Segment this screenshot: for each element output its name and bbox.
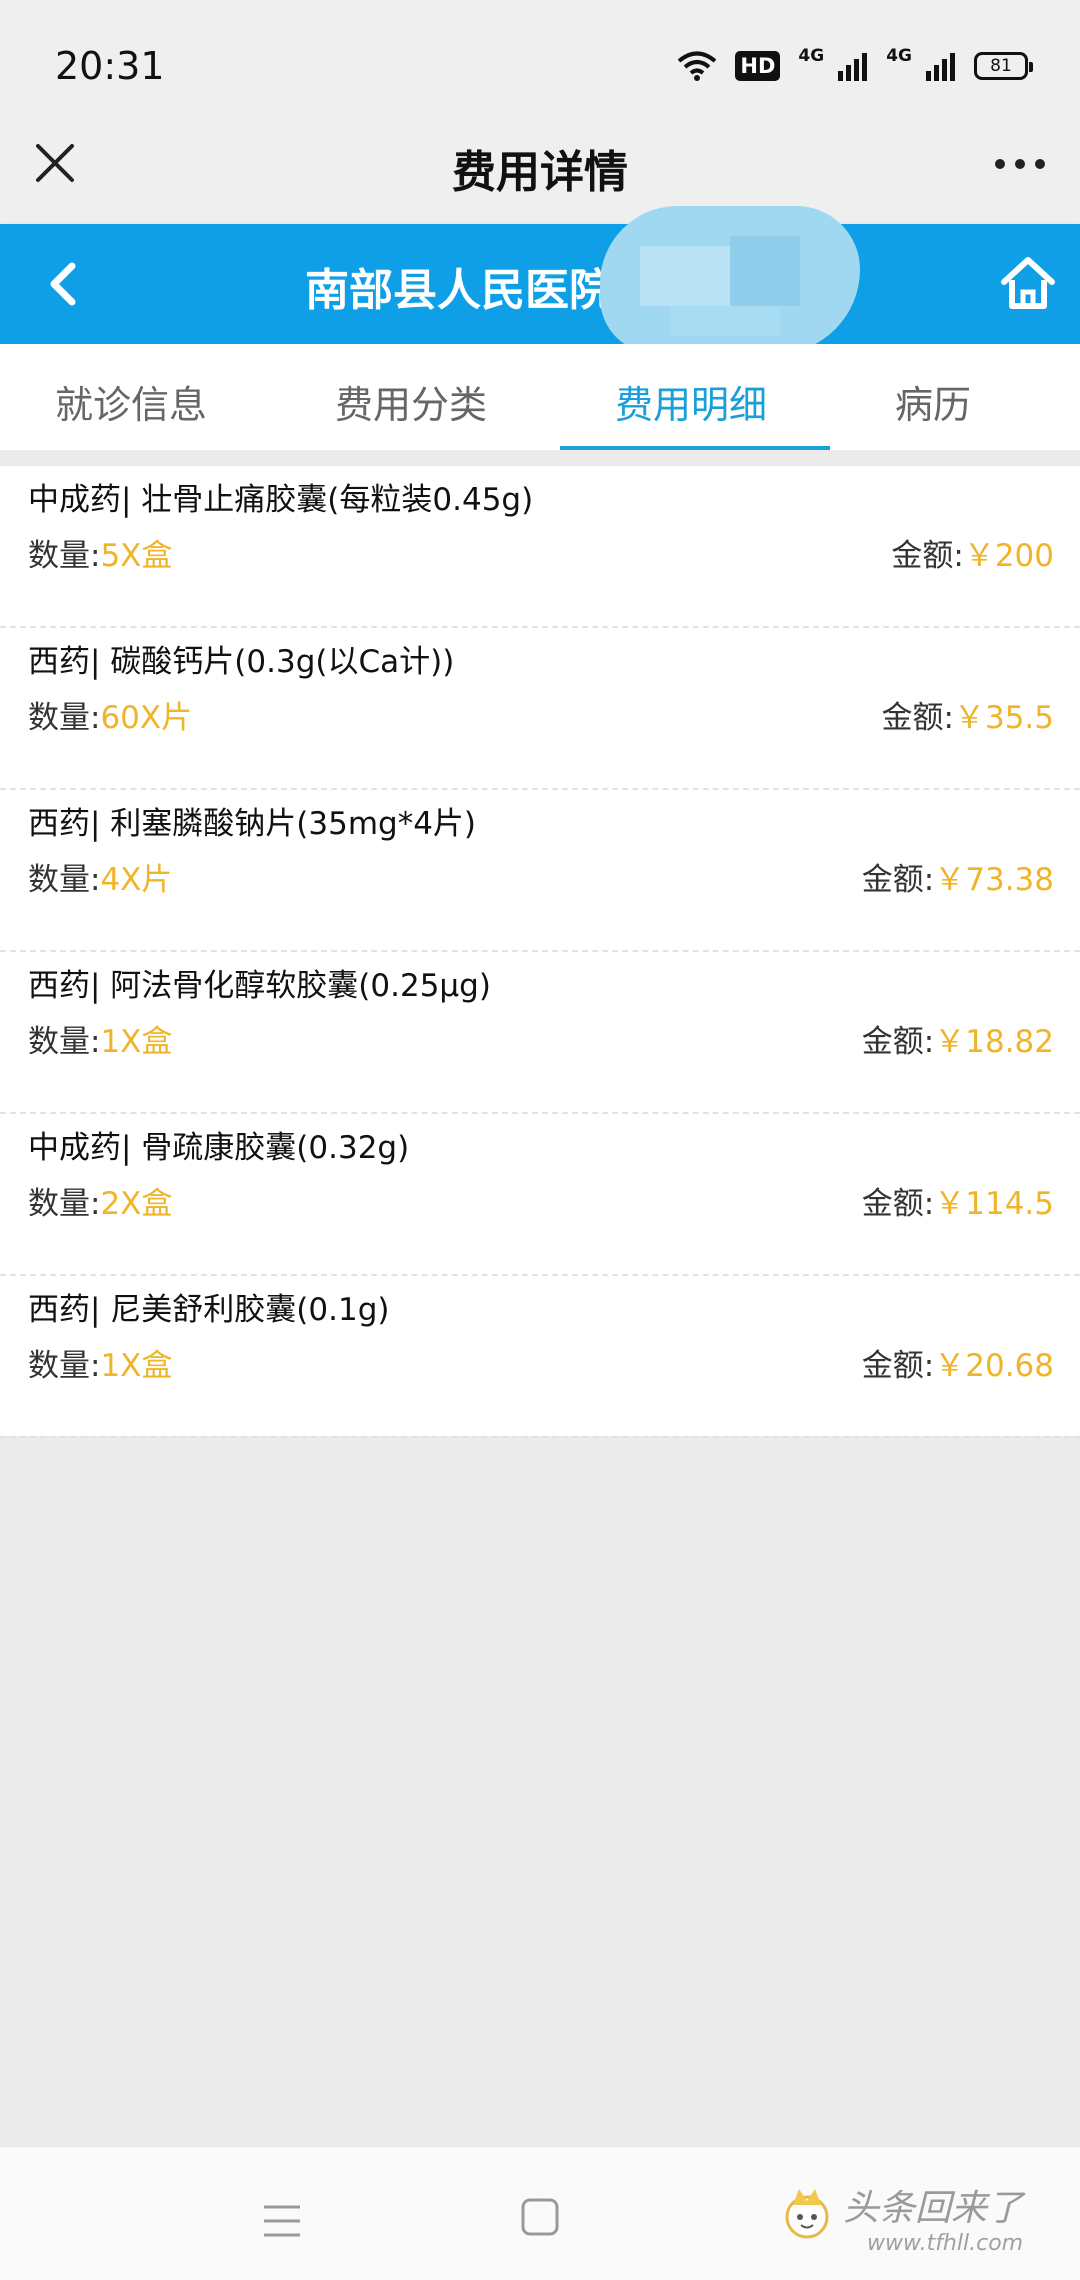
amount-label: 金额:	[881, 700, 954, 736]
chevron-left-icon[interactable]	[40, 258, 88, 310]
fee-detail-list: 中成药| 壮骨止痛胶囊(每粒装0.45g) 数量:5X盒 金额:￥200 西药|…	[0, 466, 1080, 1438]
amount-label: 金额:	[861, 1186, 935, 1222]
status-bar: 20:31 HD 4G 4G 81	[0, 0, 1080, 122]
item-quantity: 数量:60X片	[28, 692, 192, 737]
watermark-logo-icon	[785, 2189, 829, 2239]
quantity-value: 2X盒	[100, 1186, 173, 1222]
item-amount: 金额:￥73.38	[862, 854, 1054, 899]
wifi-icon	[678, 51, 717, 81]
tab-bar: 就诊信息 费用分类 费用明细 病历	[0, 344, 1080, 450]
list-item[interactable]: 中成药| 壮骨止痛胶囊(每粒装0.45g) 数量:5X盒 金额:￥200	[0, 466, 1080, 628]
amount-value: ￥20.68	[934, 1348, 1054, 1384]
home-icon[interactable]	[998, 254, 1058, 312]
hospital-name: 南部县人民医院	[305, 265, 613, 316]
item-name: 中成药| 骨疏康胶囊(0.32g)	[28, 1130, 410, 1166]
tab-visit-info[interactable]: 就诊信息	[55, 374, 207, 429]
signal-icon-2	[926, 53, 955, 81]
amount-label: 金额:	[861, 862, 935, 898]
quantity-value: 4X片	[100, 862, 173, 898]
list-item[interactable]: 中成药| 骨疏康胶囊(0.32g) 数量:2X盒 金额:￥114.5	[0, 1114, 1080, 1276]
tab-fee-category[interactable]: 费用分类	[335, 374, 487, 429]
quantity-label: 数量:	[28, 700, 101, 736]
network-label-2: 4G	[886, 46, 912, 66]
item-name: 西药| 阿法骨化醇软胶囊(0.25μg)	[28, 968, 491, 1004]
quantity-label: 数量:	[28, 1348, 101, 1384]
signal-icon-1	[838, 53, 868, 81]
item-quantity: 数量:1X盒	[28, 1016, 172, 1061]
network-label-1: 4G	[798, 46, 825, 66]
amount-label: 金额:	[861, 1348, 935, 1384]
quantity-value: 5X盒	[100, 538, 173, 574]
item-name: 中成药| 壮骨止痛胶囊(每粒装0.45g)	[28, 482, 534, 518]
quantity-label: 数量:	[28, 538, 101, 574]
quantity-value: 60X片	[100, 700, 193, 736]
title-bar: 费用详情	[0, 122, 1080, 224]
page-title: 费用详情	[452, 147, 628, 198]
item-amount: 金额:￥20.68	[862, 1340, 1054, 1385]
watermark: 头条回来了 www.tfhll.com	[775, 2169, 1075, 2269]
square-home-icon[interactable]	[520, 2197, 560, 2237]
more-icon[interactable]	[990, 142, 1050, 186]
tab-fee-detail[interactable]: 费用明细	[615, 374, 767, 429]
quantity-value: 1X盒	[100, 1024, 173, 1060]
list-item[interactable]: 西药| 阿法骨化醇软胶囊(0.25μg) 数量:1X盒 金额:￥18.82	[0, 952, 1080, 1114]
item-quantity: 数量:4X片	[28, 854, 172, 899]
item-name: 西药| 尼美舒利胶囊(0.1g)	[28, 1292, 390, 1328]
item-name: 西药| 利塞膦酸钠片(35mg*4片)	[28, 806, 477, 842]
item-name: 西药| 碳酸钙片(0.3g(以Ca计))	[28, 644, 455, 680]
amount-value: ￥18.82	[934, 1024, 1054, 1060]
item-quantity: 数量:1X盒	[28, 1340, 172, 1385]
status-icons: HD 4G 4G 81	[677, 46, 1033, 86]
item-quantity: 数量:2X盒	[28, 1178, 172, 1223]
amount-label: 金额:	[861, 1024, 935, 1060]
hospital-header: 南部县人民医院	[0, 206, 1080, 354]
amount-value: ￥200	[963, 538, 1054, 574]
system-nav-bar: 头条回来了 www.tfhll.com	[0, 2146, 1080, 2280]
list-item[interactable]: 西药| 碳酸钙片(0.3g(以Ca计)) 数量:60X片 金额:￥35.5	[0, 628, 1080, 790]
watermark-text: 头条回来了	[843, 2188, 1024, 2229]
amount-value: ￥35.5	[953, 700, 1054, 736]
amount-value: ￥73.38	[934, 862, 1054, 898]
watermark-url: www.tfhll.com	[867, 2231, 1024, 2256]
item-amount: 金额:￥18.82	[862, 1016, 1054, 1061]
amount-value: ￥114.5	[934, 1186, 1054, 1222]
list-item[interactable]: 西药| 尼美舒利胶囊(0.1g) 数量:1X盒 金额:￥20.68	[0, 1276, 1080, 1438]
quantity-label: 数量:	[28, 1024, 101, 1060]
status-time: 20:31	[55, 44, 165, 88]
redaction-blur	[600, 206, 860, 354]
quantity-value: 1X盒	[100, 1348, 173, 1384]
battery-icon: 81	[974, 52, 1033, 80]
quantity-label: 数量:	[28, 1186, 101, 1222]
amount-label: 金额:	[891, 538, 964, 574]
page: 20:31 HD 4G 4G 81 费用详情 南部县人民医院 就诊信息 费用分类…	[0, 0, 1080, 2280]
item-quantity: 数量:5X盒	[28, 530, 172, 575]
list-item[interactable]: 西药| 利塞膦酸钠片(35mg*4片) 数量:4X片 金额:￥73.38	[0, 790, 1080, 952]
tab-medical-record[interactable]: 病历	[895, 374, 971, 429]
item-amount: 金额:￥114.5	[862, 1178, 1054, 1223]
active-tab-indicator	[560, 446, 830, 450]
item-amount: 金额:￥200	[891, 530, 1054, 575]
menu-icon[interactable]	[262, 2203, 302, 2239]
hd-badge: HD	[735, 51, 781, 81]
item-amount: 金额:￥35.5	[882, 692, 1054, 737]
quantity-label: 数量:	[28, 862, 101, 898]
